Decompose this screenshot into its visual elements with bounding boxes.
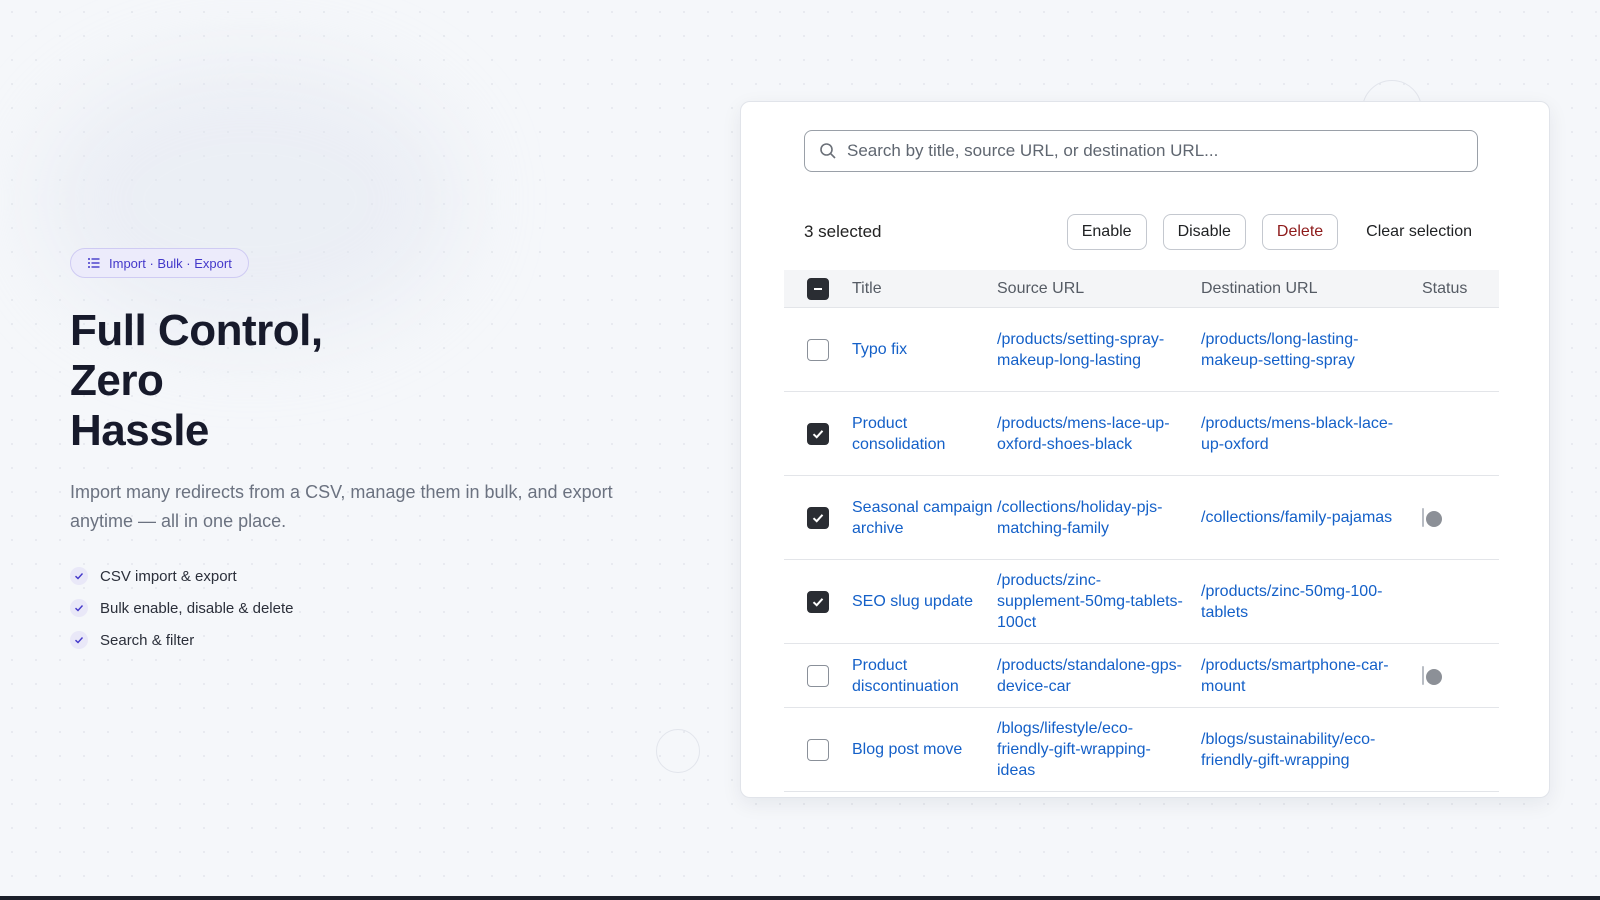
enable-button[interactable]: Enable xyxy=(1066,214,1147,250)
clear-selection-button[interactable]: Clear selection xyxy=(1354,214,1484,250)
page-headline: Full Control, Zero Hassle xyxy=(70,306,670,456)
select-all-checkbox[interactable] xyxy=(807,277,829,300)
table-header: Title Source URL Destination URL Status xyxy=(784,270,1499,308)
row-destination-url[interactable]: /products/smartphone-car-mount xyxy=(1201,655,1422,697)
feature-item: Bulk enable, disable & delete xyxy=(70,598,670,618)
selected-count: 3 selected xyxy=(804,222,882,241)
header-destination-url[interactable]: Destination URL xyxy=(1201,280,1422,298)
bulk-actions: Enable Disable Delete Clear selection xyxy=(1066,214,1484,250)
search-input[interactable] xyxy=(847,141,1467,161)
status-toggle[interactable] xyxy=(1422,666,1442,685)
table-row[interactable]: Product discontinuation /products/standa… xyxy=(784,644,1499,708)
row-destination-url[interactable]: /collections/family-pajamas xyxy=(1201,507,1422,528)
row-title-link[interactable]: Blog post move xyxy=(852,739,997,760)
row-checkbox[interactable] xyxy=(807,506,829,529)
row-checkbox[interactable] xyxy=(807,738,829,761)
check-icon xyxy=(70,567,88,585)
headline-line: Hassle xyxy=(70,406,209,455)
row-checkbox[interactable] xyxy=(807,338,829,361)
row-destination-url[interactable]: /products/long-lasting-makeup-setting-sp… xyxy=(1201,329,1422,371)
row-source-url[interactable]: /products/mens-lace-up-oxford-shoes-blac… xyxy=(997,413,1201,455)
row-title-link[interactable]: Seasonal campaign archive xyxy=(852,497,997,539)
row-title-link[interactable]: SEO slug update xyxy=(852,591,997,612)
header-title[interactable]: Title xyxy=(852,280,997,298)
check-icon xyxy=(70,631,88,649)
feature-label: Search & filter xyxy=(100,631,195,649)
row-source-url[interactable]: /blogs/lifestyle/eco-friendly-gift-wrapp… xyxy=(997,718,1201,781)
decorative-circle xyxy=(656,729,700,773)
feature-item: Search & filter xyxy=(70,630,670,650)
feature-chip: Import · Bulk · Export xyxy=(70,248,249,278)
feature-item: CSV import & export xyxy=(70,566,670,586)
redirects-table: Title Source URL Destination URL Status … xyxy=(784,270,1499,792)
row-source-url[interactable]: /collections/holiday-pjs-matching-family xyxy=(997,497,1201,539)
header-status[interactable]: Status xyxy=(1422,280,1499,298)
row-source-url[interactable]: /products/zinc-supplement-50mg-tablets-1… xyxy=(997,570,1201,633)
table-row[interactable]: SEO slug update /products/zinc-supplemen… xyxy=(784,560,1499,644)
table-body: Typo fix /products/setting-spray-makeup-… xyxy=(784,308,1499,792)
row-title-link[interactable]: Product consolidation xyxy=(852,413,997,455)
toggle-knob xyxy=(1403,352,1419,369)
search-box[interactable] xyxy=(804,130,1478,172)
row-destination-url[interactable]: /products/mens-black-lace-up-oxford xyxy=(1201,413,1422,455)
feature-list: CSV import & export Bulk enable, disable… xyxy=(70,566,670,650)
list-icon xyxy=(88,258,100,268)
headline-line: Zero xyxy=(70,356,164,405)
row-checkbox[interactable] xyxy=(807,664,829,687)
feature-label: CSV import & export xyxy=(100,567,237,585)
check-icon xyxy=(70,599,88,617)
row-source-url[interactable]: /products/standalone-gps-device-car xyxy=(997,655,1201,697)
row-destination-url[interactable]: /products/zinc-50mg-100-tablets xyxy=(1201,581,1422,623)
table-row[interactable]: Blog post move /blogs/lifestyle/eco-frie… xyxy=(784,708,1499,792)
toggle-knob xyxy=(1403,752,1419,769)
feature-label: Bulk enable, disable & delete xyxy=(100,599,294,617)
disable-button[interactable]: Disable xyxy=(1162,214,1246,250)
row-source-url[interactable]: /products/setting-spray-makeup-long-last… xyxy=(997,329,1201,371)
delete-button[interactable]: Delete xyxy=(1261,214,1339,250)
bulk-action-bar: 3 selected Enable Disable Delete Clear s… xyxy=(804,214,1484,250)
toggle-knob xyxy=(1403,436,1419,453)
hero-subtitle: Import many redirects from a CSV, manage… xyxy=(70,482,613,531)
headline-line: Full Control, xyxy=(70,306,323,355)
redirects-card: 3 selected Enable Disable Delete Clear s… xyxy=(740,101,1550,798)
row-title-link[interactable]: Typo fix xyxy=(852,339,997,360)
search-icon xyxy=(820,143,836,159)
header-source-url[interactable]: Source URL xyxy=(997,280,1201,298)
toggle-knob xyxy=(1426,669,1442,685)
status-toggle[interactable] xyxy=(1422,508,1442,527)
bottom-edge xyxy=(0,896,1600,900)
row-title-link[interactable]: Product discontinuation xyxy=(852,655,997,697)
row-destination-url[interactable]: /blogs/sustainability/eco-friendly-gift-… xyxy=(1201,729,1422,771)
table-row[interactable]: Product consolidation /products/mens-lac… xyxy=(784,392,1499,476)
table-row[interactable]: Typo fix /products/setting-spray-makeup-… xyxy=(784,308,1499,392)
toggle-knob xyxy=(1403,604,1419,621)
hero-section: Import · Bulk · Export Full Control, Zer… xyxy=(70,248,670,662)
row-checkbox[interactable] xyxy=(807,422,829,445)
chip-label: Import · Bulk · Export xyxy=(109,255,232,271)
table-row[interactable]: Seasonal campaign archive /collections/h… xyxy=(784,476,1499,560)
row-checkbox[interactable] xyxy=(807,590,829,613)
toggle-knob xyxy=(1426,511,1442,527)
